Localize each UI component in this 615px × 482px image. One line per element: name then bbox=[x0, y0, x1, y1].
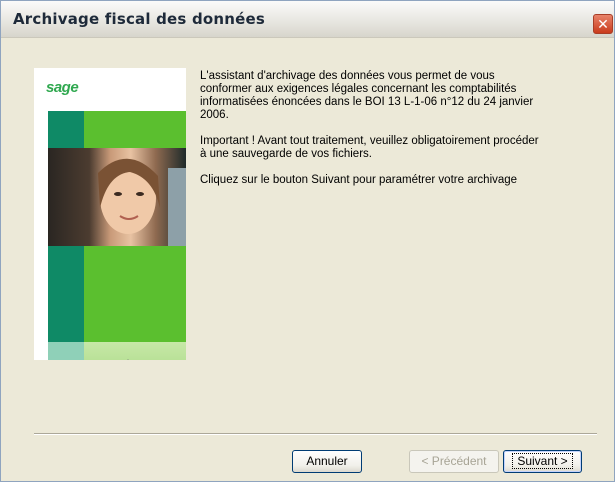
sage-side-image: sage bbox=[34, 68, 186, 360]
archive-disk-icon bbox=[127, 359, 129, 360]
portrait-face-icon bbox=[98, 158, 186, 246]
intro-paragraph: L'assistant d'archivage des données vous… bbox=[200, 70, 534, 121]
close-icon: ✕ bbox=[597, 17, 609, 33]
window-title: Archivage fiscal des données bbox=[13, 10, 266, 28]
image-block bbox=[84, 246, 186, 342]
image-block bbox=[84, 111, 186, 148]
warning-paragraph: Important ! Avant tout traitement, veuil… bbox=[200, 135, 539, 160]
image-block bbox=[48, 111, 84, 148]
next-button-label: Suivant > bbox=[512, 453, 573, 469]
portrait-photo bbox=[48, 148, 186, 246]
sage-logo: sage bbox=[46, 79, 79, 96]
title-bar[interactable]: Archivage fiscal des données ✕ bbox=[1, 1, 614, 38]
image-block bbox=[48, 342, 84, 360]
previous-button[interactable]: < Précédent bbox=[409, 450, 499, 473]
close-button[interactable]: ✕ bbox=[593, 14, 613, 34]
image-block bbox=[48, 246, 84, 342]
intro-text: L'assistant d'archivage des données vous… bbox=[200, 70, 600, 200]
wizard-window: Archivage fiscal des données ✕ sage L'as… bbox=[0, 0, 615, 482]
dialog-body: sage L'assistant d'archivage des données… bbox=[1, 38, 614, 481]
instruction-paragraph: Cliquez sur le bouton Suivant pour param… bbox=[200, 174, 518, 186]
next-button[interactable]: Suivant > bbox=[503, 450, 582, 473]
cancel-button[interactable]: Annuler bbox=[292, 450, 362, 473]
separator-line bbox=[34, 433, 597, 435]
